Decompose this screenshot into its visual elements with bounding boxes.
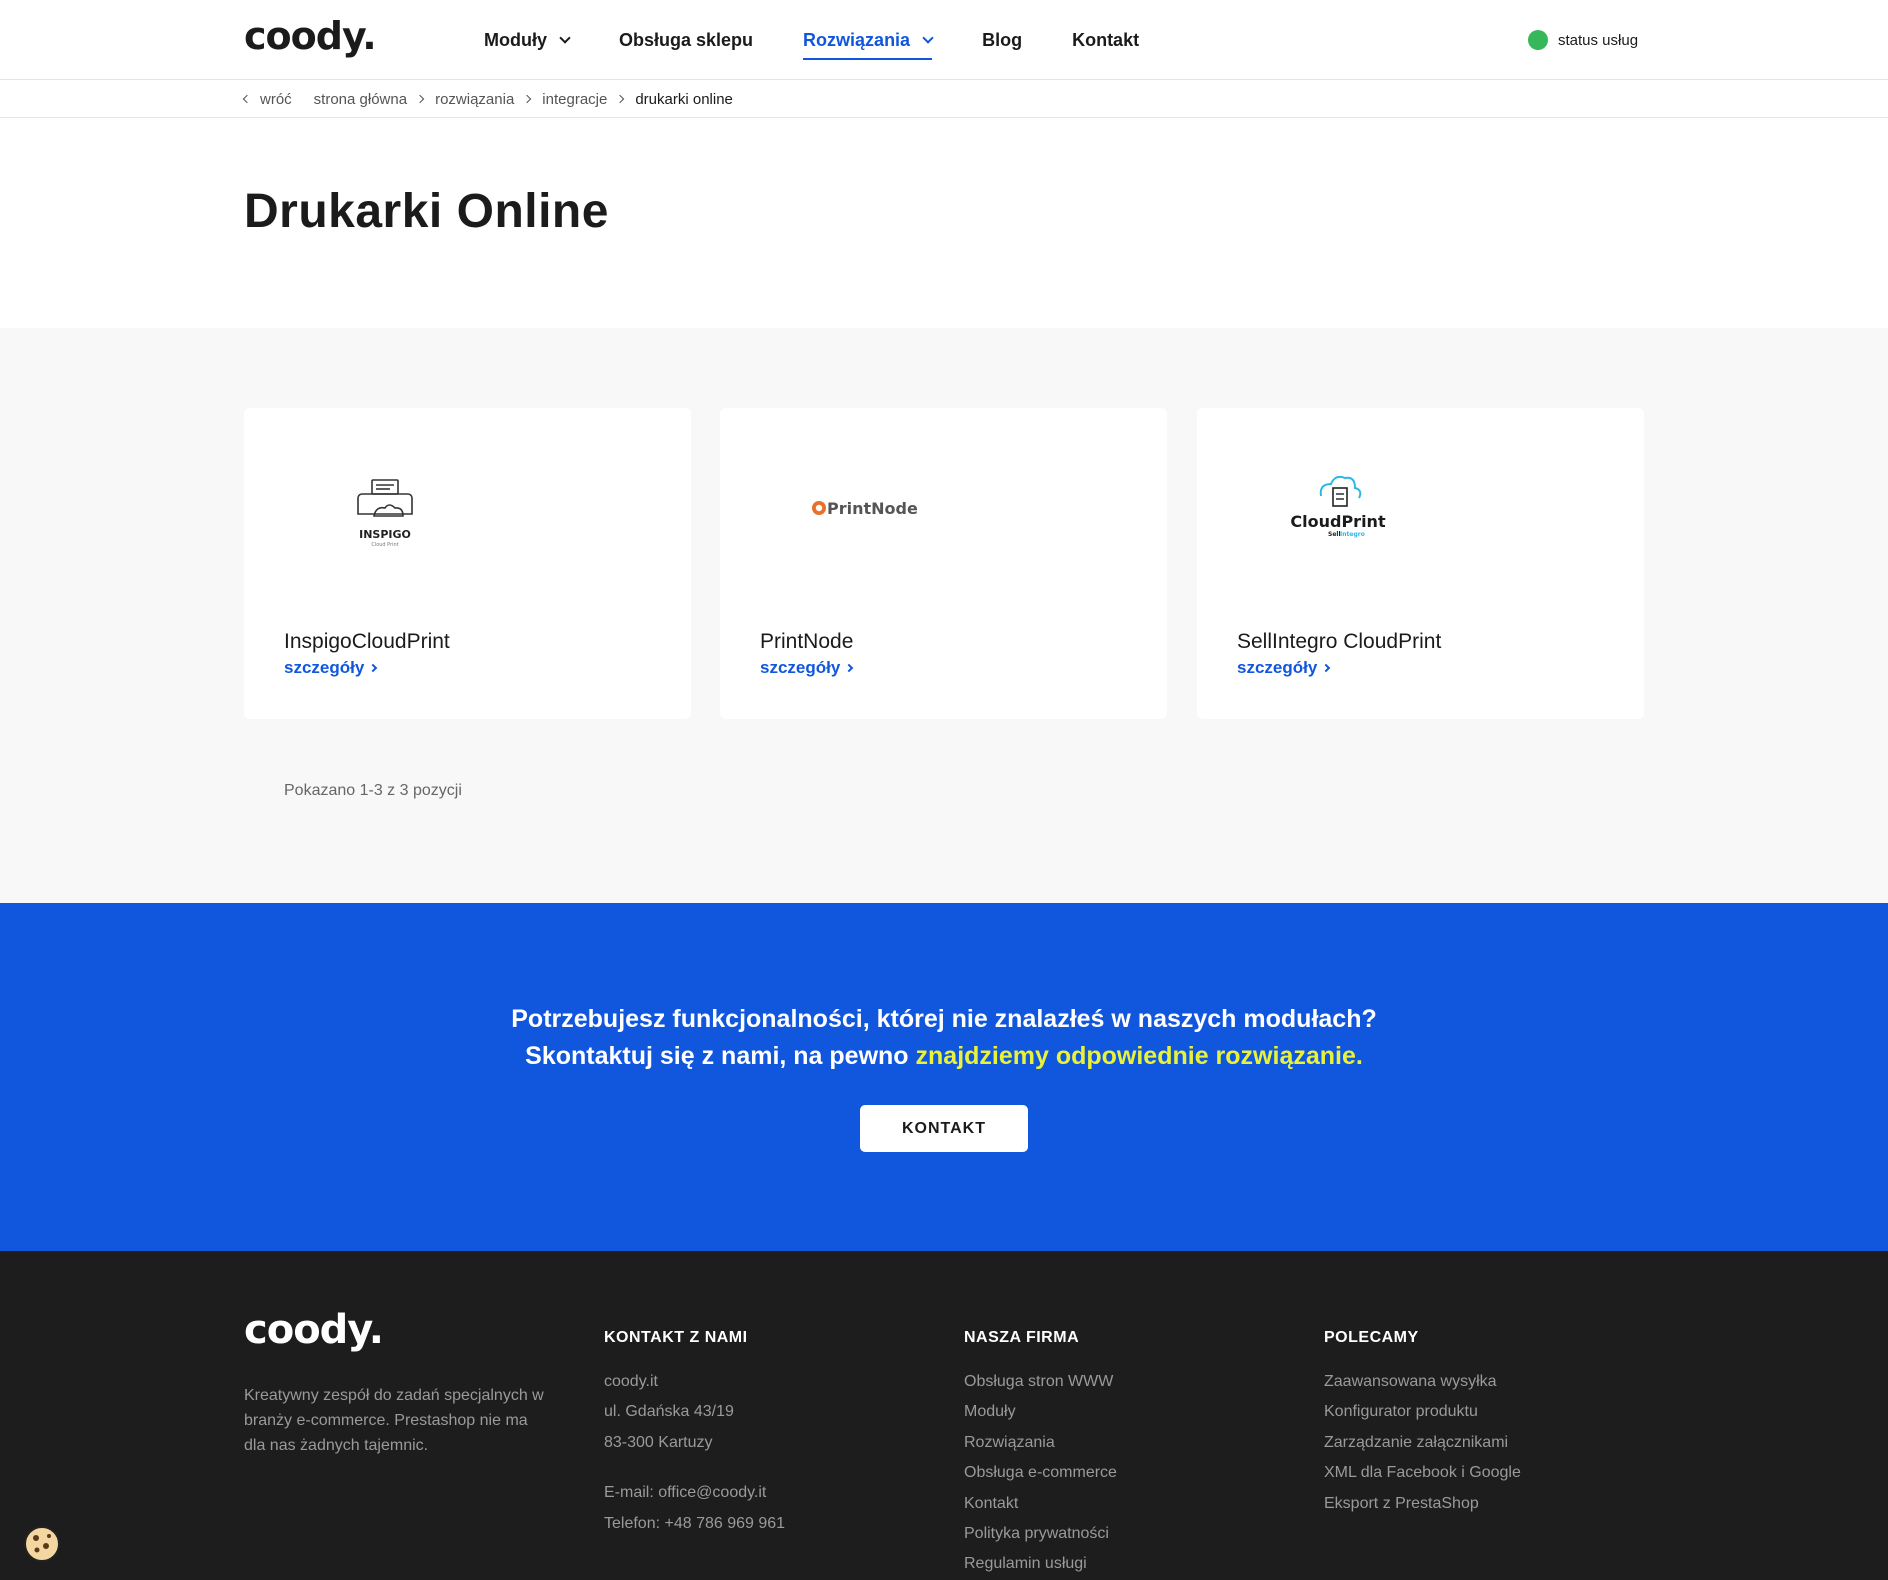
footer-description: Kreatywny zespół do zadań specjalnych w …: [244, 1387, 544, 1454]
footer-link[interactable]: Kontakt: [964, 1489, 1117, 1519]
details-link-label: szczegóły: [760, 658, 841, 677]
chevron-right-icon: [1322, 663, 1331, 673]
nav-item-rozwiazania[interactable]: Rozwiązania: [803, 0, 934, 80]
sellintegro-logo-b: Integro: [1340, 531, 1365, 538]
chevron-right-icon: [369, 663, 378, 673]
service-status-link[interactable]: status usług: [1528, 0, 1638, 80]
footer-email[interactable]: E-mail: office@coody.it: [604, 1478, 785, 1508]
footer-link[interactable]: Moduły: [964, 1397, 1117, 1427]
footer-link[interactable]: Rozwiązania: [964, 1428, 1117, 1458]
sellintegro-logo-a: Sell: [1328, 531, 1341, 538]
results-count: Pokazano 1-3 z 3 pozycji: [284, 782, 462, 799]
contact-cta-section: Potrzebujesz funkcjonalności, której nie…: [0, 903, 1888, 1251]
logo-text: coody.: [244, 14, 377, 58]
footer-link[interactable]: Polityka prywatności: [964, 1519, 1117, 1549]
cta-line-2-text: Skontaktuj się z nami, na pewno: [525, 1042, 916, 1070]
solution-card[interactable]: CloudPrint Sell Integro SellIntegro Clou…: [1197, 408, 1644, 719]
nav-item-moduly[interactable]: Moduły: [484, 0, 571, 80]
status-dot-icon: [1528, 30, 1548, 50]
breadcrumb-item-integracje[interactable]: integracje: [542, 91, 607, 108]
nav-label: Blog: [982, 29, 1023, 50]
chevron-down-icon: [559, 31, 571, 44]
footer-link[interactable]: XML dla Facebook i Google: [1324, 1458, 1521, 1488]
details-link-label: szczegóły: [1237, 658, 1318, 677]
card-title: PrintNode: [760, 630, 854, 653]
inspigo-logo-sub: Cloud Print: [371, 542, 398, 548]
breadcrumb-bar: wróć strona główna rozwiązania integracj…: [0, 80, 1888, 118]
printnode-logo-text: PrintNode: [827, 499, 918, 518]
card-logo: CloudPrint Sell Integro: [1197, 468, 1644, 568]
card-logo: PrintNode: [720, 468, 1167, 568]
nav-item-blog[interactable]: Blog: [982, 0, 1022, 80]
solution-card[interactable]: INSPIGO Cloud Print InspigoCloudPrint sz…: [244, 408, 691, 719]
card-title: SellIntegro CloudPrint: [1237, 630, 1442, 653]
cloudprint-logo-text: CloudPrint: [1290, 512, 1386, 531]
footer-link[interactable]: Zarządzanie załącznikami: [1324, 1428, 1521, 1458]
nav-item-kontakt[interactable]: Kontakt: [1072, 0, 1139, 80]
footer-heading: NASZA FIRMA: [964, 1329, 1080, 1346]
main-nav: Moduły Obsługa sklepu Rozwiązania Blog K…: [484, 0, 1189, 80]
chevron-right-icon: [616, 94, 625, 104]
printer-cloud-icon: INSPIGO Cloud Print: [357, 479, 413, 548]
inspigo-logo-text: INSPIGO: [359, 528, 411, 541]
cloud-printer-icon: CloudPrint Sell Integro: [1290, 475, 1386, 538]
footer-contact-column: KONTAKT Z NAMI coody.it ul. Gdańska 43/1…: [604, 1329, 785, 1539]
footer-contact-line: ul. Gdańska 43/19: [604, 1403, 734, 1421]
footer-link[interactable]: Obsługa e-commerce: [964, 1458, 1117, 1488]
nav-label: Obsługa sklepu: [619, 29, 754, 50]
cta-highlight: znajdziemy odpowiednie rozwiązanie.: [915, 1042, 1363, 1070]
details-link[interactable]: szczegóły: [284, 658, 378, 678]
footer-heading: POLECAMY: [1324, 1329, 1419, 1346]
status-label: status usług: [1558, 31, 1639, 49]
contact-button[interactable]: KONTAKT: [860, 1105, 1028, 1152]
chevron-right-icon: [523, 94, 532, 104]
breadcrumb-item-home[interactable]: strona główna: [314, 91, 407, 108]
site-logo[interactable]: coody.: [244, 14, 377, 62]
footer-recommend-column: POLECAMY Zaawansowana wysyłka Konfigurat…: [1324, 1329, 1521, 1519]
footer-link[interactable]: Regulamin usługi: [964, 1549, 1117, 1579]
nav-item-obsluga-sklepu[interactable]: Obsługa sklepu: [619, 0, 753, 80]
breadcrumb-back[interactable]: wróć: [242, 90, 292, 108]
chevron-right-icon: [415, 94, 425, 104]
nav-label: Moduły: [484, 29, 547, 50]
cta-line-1: Potrzebujesz funkcjonalności, której nie…: [511, 1005, 1377, 1033]
breadcrumb-item-rozwiazania[interactable]: rozwiązania: [435, 91, 514, 108]
footer-link[interactable]: Zaawansowana wysyłka: [1324, 1367, 1521, 1397]
footer-company-column: NASZA FIRMA Obsługa stron WWW Moduły Roz…: [964, 1329, 1117, 1580]
footer-logo[interactable]: coody.: [244, 1307, 384, 1353]
footer-contact-line: 83-300 Kartuzy: [604, 1433, 713, 1451]
breadcrumb: wróć strona główna rozwiązania integracj…: [242, 80, 733, 118]
solutions-grid: INSPIGO Cloud Print InspigoCloudPrint sz…: [0, 328, 1888, 903]
nav-label: Rozwiązania: [803, 29, 911, 50]
footer-link[interactable]: Konfigurator produktu: [1324, 1397, 1521, 1427]
site-header: coody. Moduły Obsługa sklepu Rozwiązania…: [0, 0, 1888, 80]
footer-link[interactable]: Obsługa stron WWW: [964, 1367, 1117, 1397]
solution-card[interactable]: PrintNode PrintNode szczegóły: [720, 408, 1167, 719]
details-link[interactable]: szczegóły: [1237, 658, 1331, 678]
chevron-down-icon: [922, 31, 934, 44]
card-logo: INSPIGO Cloud Print: [244, 468, 691, 568]
chevron-left-icon: [242, 94, 252, 104]
printnode-logo: PrintNode: [812, 499, 918, 518]
cookie-settings-icon[interactable]: [22, 1524, 62, 1564]
card-title: InspigoCloudPrint: [284, 630, 450, 653]
footer-contact-line[interactable]: coody.it: [604, 1367, 785, 1397]
cta-line-2: Skontaktuj się z nami, na pewno znajdzie…: [0, 1042, 1888, 1071]
details-link[interactable]: szczegóły: [760, 658, 854, 678]
breadcrumb-item-current: drukarki online: [635, 90, 733, 108]
site-footer: coody. Kreatywny zespół do zadań specjal…: [0, 1251, 1888, 1580]
footer-link[interactable]: Eksport z PrestaShop: [1324, 1489, 1521, 1519]
footer-heading: KONTAKT Z NAMI: [604, 1329, 748, 1346]
nav-label: Kontakt: [1072, 29, 1140, 50]
page-title: Drukarki Online: [244, 185, 609, 238]
chevron-right-icon: [845, 663, 854, 673]
footer-phone[interactable]: Telefon: +48 786 969 961: [604, 1509, 785, 1539]
breadcrumb-back-label: wróć: [260, 90, 292, 108]
details-link-label: szczegóły: [284, 658, 365, 677]
